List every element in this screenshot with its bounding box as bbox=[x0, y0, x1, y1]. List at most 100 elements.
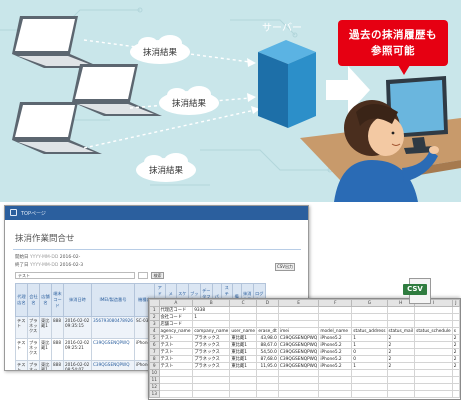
sheet-cell[interactable] bbox=[451, 306, 460, 314]
sheet-cell[interactable] bbox=[351, 376, 388, 384]
sheet-cell[interactable] bbox=[386, 306, 416, 314]
sheet-cell[interactable] bbox=[414, 320, 453, 328]
sheet-cell[interactable] bbox=[414, 369, 453, 377]
column-letter[interactable]: J bbox=[451, 299, 460, 307]
sheet-cell[interactable] bbox=[414, 390, 453, 398]
sheet-cell[interactable]: 2 bbox=[451, 334, 460, 342]
sheet-cell[interactable] bbox=[229, 306, 258, 314]
row-number[interactable]: 7 bbox=[149, 348, 160, 356]
sheet-cell[interactable] bbox=[414, 341, 453, 349]
sheet-cell[interactable] bbox=[229, 383, 258, 391]
end-date-placeholder[interactable]: YYYY-MM-DD bbox=[30, 263, 58, 268]
sheet-cell[interactable] bbox=[414, 306, 453, 314]
sheet-cell[interactable] bbox=[318, 306, 353, 314]
column-letter[interactable]: C bbox=[229, 299, 258, 307]
sheet-cell[interactable]: 会社コード bbox=[158, 313, 194, 321]
sheet-cell[interactable] bbox=[386, 390, 416, 398]
sheet-cell[interactable] bbox=[318, 390, 353, 398]
sheet-cell[interactable]: C39QGSENQPWQ bbox=[277, 355, 320, 363]
imei-link[interactable]: C39QGSENQPWQ bbox=[91, 360, 135, 370]
sheet-cell[interactable]: テスト bbox=[158, 334, 194, 342]
sheet-cell[interactable]: テスト bbox=[158, 355, 194, 363]
row-number[interactable]: 4 bbox=[149, 327, 160, 335]
sheet-cell[interactable] bbox=[229, 313, 258, 321]
sheet-cell[interactable] bbox=[256, 390, 279, 398]
start-date-value[interactable]: 2016-02- bbox=[60, 255, 80, 260]
sheet-cell[interactable] bbox=[414, 362, 453, 370]
sheet-cell[interactable]: status_schedule bbox=[414, 327, 453, 335]
sheet-cell[interactable] bbox=[256, 306, 279, 314]
imei-link[interactable]: 356793080478926 bbox=[91, 316, 135, 339]
sheet-cell[interactable]: テスト bbox=[158, 348, 194, 356]
sheet-cell[interactable]: 11,95.0 bbox=[256, 362, 279, 370]
sheet-cell[interactable]: iPhone5.2 bbox=[318, 355, 353, 363]
sheet-cell[interactable] bbox=[386, 369, 416, 377]
sheet-cell[interactable]: iPhone5.2 bbox=[318, 334, 353, 342]
sheet-cell[interactable]: プラネックス bbox=[192, 341, 231, 349]
sheet-cell[interactable] bbox=[229, 390, 258, 398]
row-number[interactable]: 13 bbox=[149, 390, 160, 398]
sheet-cell[interactable]: プラネックス bbox=[192, 362, 231, 370]
sheet-cell[interactable] bbox=[318, 313, 353, 321]
sheet-cell[interactable]: model_name bbox=[318, 327, 353, 335]
sheet-cell[interactable] bbox=[277, 320, 320, 328]
sheet-cell[interactable] bbox=[386, 383, 416, 391]
sheet-cell[interactable]: 2 bbox=[386, 341, 416, 349]
sheet-cell[interactable]: 東比蔵1 bbox=[229, 334, 258, 342]
sheet-cell[interactable]: agency_name bbox=[158, 327, 194, 335]
sheet-cell[interactable] bbox=[158, 369, 194, 377]
sheet-cell[interactable]: 店舗コード bbox=[158, 320, 194, 328]
column-letter[interactable]: D bbox=[256, 299, 279, 307]
sheet-cell[interactable] bbox=[256, 383, 279, 391]
sheet-cell[interactable] bbox=[277, 306, 320, 314]
sheet-cell[interactable]: 43,98.0 bbox=[256, 334, 279, 342]
home-icon[interactable] bbox=[10, 209, 17, 216]
sheet-cell[interactable]: 1 bbox=[192, 313, 231, 321]
sheet-cell[interactable]: 2 bbox=[451, 341, 460, 349]
row-number[interactable]: 8 bbox=[149, 355, 160, 363]
sheet-cell[interactable] bbox=[277, 313, 320, 321]
sheet-cell[interactable] bbox=[451, 313, 460, 321]
sheet-cell[interactable] bbox=[351, 369, 388, 377]
start-date-placeholder[interactable]: YYYY-MM-DD bbox=[30, 255, 58, 260]
sheet-cell[interactable]: iPhone5.2 bbox=[318, 341, 353, 349]
sheet-cell[interactable] bbox=[451, 369, 460, 377]
sheet-cell[interactable] bbox=[158, 376, 194, 384]
column-letter[interactable]: F bbox=[318, 299, 353, 307]
sheet-cell[interactable]: status_mail bbox=[386, 327, 416, 335]
sheet-cell[interactable] bbox=[277, 383, 320, 391]
column-letter[interactable]: E bbox=[277, 299, 320, 307]
sheet-cell[interactable]: company_name bbox=[192, 327, 231, 335]
sheet-cell[interactable]: iPhone5.2 bbox=[318, 348, 353, 356]
sheet-cell[interactable]: 87,68.0 bbox=[256, 355, 279, 363]
sheet-cell[interactable]: erase_dt bbox=[256, 327, 279, 335]
sheet-cell[interactable]: 東比蔵1 bbox=[229, 355, 258, 363]
sheet-cell[interactable]: 代理店コード bbox=[158, 306, 194, 314]
sheet-cell[interactable]: 2 bbox=[451, 348, 460, 356]
sheet-cell[interactable]: 9338 bbox=[192, 306, 231, 314]
row-number[interactable]: 11 bbox=[149, 376, 160, 384]
sheet-cell[interactable] bbox=[192, 383, 231, 391]
sheet-cell[interactable] bbox=[351, 390, 388, 398]
row-number[interactable]: 10 bbox=[149, 369, 160, 377]
sheet-cell[interactable]: 0 bbox=[351, 355, 388, 363]
row-number[interactable]: 1 bbox=[149, 306, 160, 314]
sheet-cell[interactable] bbox=[351, 320, 388, 328]
sheet-cell[interactable] bbox=[229, 376, 258, 384]
breadcrumb[interactable]: TOPページ bbox=[21, 211, 46, 217]
sheet-cell[interactable] bbox=[229, 320, 258, 328]
sheet-cell[interactable]: テスト bbox=[158, 341, 194, 349]
sheet-cell[interactable]: 2 bbox=[386, 355, 416, 363]
end-date-value[interactable]: 2016-02-3 bbox=[60, 263, 83, 268]
sheet-cell[interactable]: プラネックス bbox=[192, 334, 231, 342]
column-letter[interactable]: B bbox=[192, 299, 231, 307]
sheet-cell[interactable] bbox=[414, 348, 453, 356]
row-number[interactable]: 5 bbox=[149, 334, 160, 342]
sheet-cell[interactable] bbox=[351, 306, 388, 314]
row-number[interactable]: 12 bbox=[149, 383, 160, 391]
sheet-cell[interactable] bbox=[256, 376, 279, 384]
sheet-cell[interactable] bbox=[277, 390, 320, 398]
sheet-cell[interactable]: C39QGSENQPWQ bbox=[277, 362, 320, 370]
sheet-cell[interactable] bbox=[414, 355, 453, 363]
sheet-cell[interactable] bbox=[451, 383, 460, 391]
